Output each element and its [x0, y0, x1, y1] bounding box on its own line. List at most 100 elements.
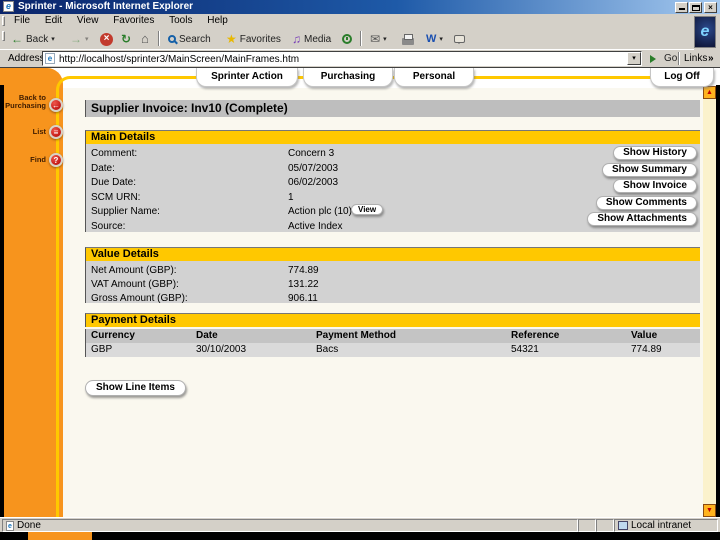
edit-button[interactable]: W ▾	[422, 30, 447, 48]
links-label[interactable]: Links	[684, 53, 707, 64]
sidebar-item-label: List	[32, 127, 46, 136]
field-due-date: Due Date: 06/02/2003	[86, 176, 701, 190]
menu-view[interactable]: View	[71, 14, 105, 26]
field-value: Active Index	[288, 221, 343, 232]
bottom-strip	[0, 532, 720, 540]
menu-favorites[interactable]: Favorites	[107, 14, 160, 26]
status-cell: e Done	[2, 519, 578, 532]
discuss-button[interactable]	[450, 30, 469, 48]
back-button[interactable]: ← Back ▾	[7, 30, 59, 48]
menu-items: File Edit View Favorites Tools Help	[8, 14, 234, 26]
media-button[interactable]: ♫ Media	[288, 30, 335, 48]
favorites-button[interactable]: ★ Favorites	[222, 30, 285, 48]
back-to-purchasing-icon[interactable]: ←	[49, 98, 63, 112]
show-attachments-button[interactable]: Show Attachments	[587, 212, 697, 226]
menu-help[interactable]: Help	[201, 14, 234, 26]
intranet-zone-icon	[618, 521, 628, 530]
show-invoice-button[interactable]: Show Invoice	[613, 179, 697, 193]
cell-value: 774.89	[631, 344, 662, 355]
toolbar-grip[interactable]	[2, 31, 5, 41]
log-off-button[interactable]: Log Off	[650, 68, 714, 87]
back-icon: ←	[11, 32, 23, 46]
page-right-edge	[716, 85, 720, 517]
cell-payment-method: Bacs	[316, 344, 339, 355]
favorites-icon: ★	[226, 32, 237, 46]
payment-table-row: GBP 30/10/2003 Bacs 54321 774.89	[85, 343, 700, 357]
mail-dropdown-icon[interactable]: ▾	[383, 35, 387, 43]
menu-grip[interactable]	[2, 16, 5, 26]
show-line-items-button[interactable]: Show Line Items	[85, 380, 186, 396]
address-url[interactable]: http://localhost/sprinter3/MainScreen/Ma…	[59, 53, 299, 66]
media-label: Media	[304, 33, 332, 45]
field-vat-amount: VAT Amount (GBP): 131.22	[86, 278, 701, 292]
field-value: 131.22	[288, 279, 319, 290]
page-title: Supplier Invoice: Inv10 (Complete)	[85, 100, 700, 117]
list-icon[interactable]: ≡	[49, 125, 63, 139]
close-button[interactable]: ×	[704, 2, 717, 13]
field-value: 05/07/2003	[288, 163, 339, 174]
status-bar: e Done Local intranet	[0, 517, 720, 532]
print-button[interactable]	[398, 30, 418, 48]
tab-personal[interactable]: Personal	[394, 68, 474, 87]
browser-toolbar: ← Back ▾ → ▾ × ↻ ⌂ Search ★ Favorites ♫ …	[0, 28, 694, 50]
title-bar[interactable]: e Sprinter - Microsoft Internet Explorer…	[0, 0, 720, 14]
home-button[interactable]: ⌂	[137, 30, 153, 48]
address-dropdown-button[interactable]: ▾	[627, 52, 641, 65]
stop-icon: ×	[100, 32, 113, 46]
mail-button[interactable]: ✉ ▾	[366, 30, 391, 48]
scroll-up-button[interactable]: ▲	[703, 86, 716, 99]
menu-file[interactable]: File	[8, 14, 36, 26]
column-header: Value	[631, 330, 658, 341]
scroll-down-button[interactable]: ▼	[703, 504, 716, 517]
address-input[interactable]: e http://localhost/sprinter3/MainScreen/…	[42, 51, 642, 66]
history-button[interactable]	[338, 30, 356, 48]
view-supplier-button[interactable]: View	[351, 204, 384, 215]
forward-dropdown-icon[interactable]: ▾	[85, 35, 89, 43]
stop-button[interactable]: ×	[96, 30, 117, 48]
edit-dropdown-icon[interactable]: ▾	[439, 35, 443, 43]
go-button[interactable]: Go	[646, 51, 681, 66]
refresh-button[interactable]: ↻	[117, 30, 135, 48]
close-icon: ×	[708, 3, 713, 12]
field-label: Source:	[91, 221, 126, 232]
show-comments-button[interactable]: Show Comments	[595, 196, 697, 210]
field-value: 1	[288, 192, 294, 203]
field-net-amount: Net Amount (GBP): 774.89	[86, 264, 701, 278]
field-label: SCM URN:	[91, 192, 141, 203]
maximize-button[interactable]	[689, 2, 702, 13]
main-details-heading: Main Details	[85, 130, 700, 144]
show-summary-button[interactable]: Show Summary	[601, 163, 697, 177]
back-dropdown-icon[interactable]: ▾	[51, 35, 55, 43]
tab-sprinter-action[interactable]: Sprinter Action	[196, 68, 298, 87]
status-text: Done	[17, 520, 41, 531]
ie-throbber-logo: e	[694, 16, 716, 48]
field-value: 774.89	[288, 265, 319, 276]
show-history-button[interactable]: Show History	[613, 146, 697, 160]
value-details-panel: Net Amount (GBP): 774.89 VAT Amount (GBP…	[85, 261, 701, 306]
forward-button[interactable]: → ▾	[66, 30, 93, 48]
menu-bar: File Edit View Favorites Tools Help	[0, 14, 694, 28]
field-label: Net Amount (GBP):	[91, 265, 177, 276]
field-value: 06/02/2003	[288, 177, 339, 188]
refresh-icon: ↻	[121, 32, 132, 46]
page-left-edge	[0, 85, 4, 517]
tab-purchasing[interactable]: Purchasing	[303, 68, 393, 87]
address-separator	[678, 52, 680, 65]
field-label: Due Date:	[91, 177, 137, 188]
status-cell-empty	[578, 519, 596, 532]
cell-currency: GBP	[91, 344, 113, 355]
document-icon: e	[6, 520, 14, 531]
zone-text: Local intranet	[631, 520, 692, 531]
search-button[interactable]: Search	[164, 30, 215, 48]
links-chevron-icon[interactable]: »	[708, 53, 714, 64]
content-scrollbar[interactable]: ▲ ▼	[703, 86, 716, 517]
minimize-button[interactable]	[675, 2, 688, 13]
print-icon	[402, 33, 414, 45]
menu-edit[interactable]: Edit	[39, 14, 68, 26]
back-label: Back	[26, 33, 49, 45]
window-title: Sprinter - Microsoft Internet Explorer	[18, 1, 194, 12]
find-icon[interactable]: ?	[49, 153, 63, 167]
menu-tools[interactable]: Tools	[163, 14, 198, 26]
search-icon	[168, 35, 176, 43]
field-gross-amount: Gross Amount (GBP): 906.11	[86, 292, 701, 306]
